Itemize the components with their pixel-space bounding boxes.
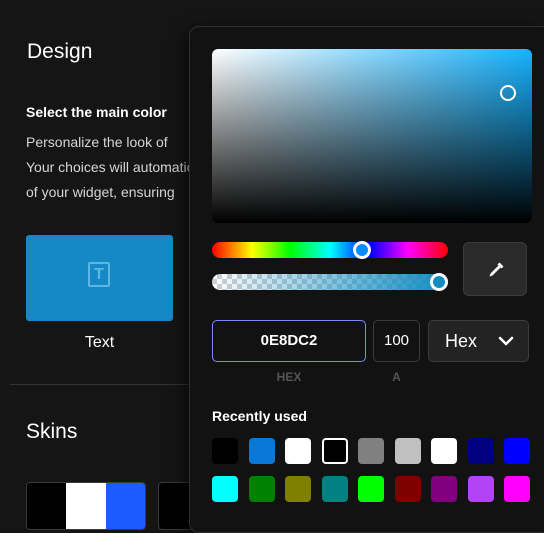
recent-color-swatch[interactable]: [431, 476, 457, 502]
alpha-input[interactable]: 100: [373, 320, 420, 362]
alpha-slider-handle[interactable]: [430, 273, 448, 291]
recent-color-swatch[interactable]: [394, 438, 421, 464]
alpha-caption: A: [392, 370, 401, 384]
alpha-slider[interactable]: [212, 273, 448, 291]
recent-color-swatch[interactable]: [358, 438, 384, 464]
text-icon: T: [88, 262, 110, 287]
color-picker-popover: 0E8DC2 100 Hex HEX A Recently used: [189, 26, 544, 533]
description-line-2: Your choices will automatically: [26, 159, 215, 175]
hex-caption: HEX: [276, 370, 302, 384]
recent-color-swatch[interactable]: [321, 476, 348, 502]
skin-option-1[interactable]: [26, 482, 146, 530]
color-format-select[interactable]: Hex: [428, 320, 529, 362]
recent-color-swatch[interactable]: [431, 438, 457, 464]
recent-color-swatch[interactable]: [248, 476, 275, 502]
description-line-3: of your widget, ensuring: [26, 184, 175, 200]
eyedropper-icon: [489, 262, 504, 277]
text-color-tile[interactable]: T: [26, 235, 173, 321]
recent-color-swatch[interactable]: [394, 476, 421, 502]
saturation-value-area[interactable]: [212, 49, 532, 223]
recent-color-swatch[interactable]: [212, 476, 238, 502]
recently-used-title: Recently used: [212, 408, 307, 424]
recent-color-swatch[interactable]: [248, 438, 275, 464]
recent-color-swatch[interactable]: [504, 438, 530, 464]
recent-color-swatch[interactable]: [321, 438, 348, 464]
recent-color-swatch[interactable]: [358, 476, 384, 502]
recent-color-swatch[interactable]: [467, 476, 494, 502]
eyedropper-button[interactable]: [463, 242, 527, 296]
saturation-value-handle[interactable]: [500, 85, 516, 101]
section-heading: Select the main color: [26, 104, 167, 120]
recent-color-swatch[interactable]: [285, 476, 311, 502]
color-format-value: Hex: [445, 331, 478, 351]
hex-input[interactable]: 0E8DC2: [212, 320, 366, 362]
recent-color-swatch[interactable]: [212, 438, 238, 464]
recent-color-swatch[interactable]: [504, 476, 530, 502]
recent-color-swatch[interactable]: [285, 438, 311, 464]
hue-slider-handle[interactable]: [353, 241, 371, 259]
description-line-1: Personalize the look of: [26, 134, 168, 150]
skins-title: Skins: [26, 420, 78, 443]
text-color-label: Text: [84, 334, 115, 351]
section-divider: [10, 384, 200, 385]
chevron-down-icon: [498, 336, 514, 346]
hue-slider[interactable]: [212, 241, 448, 259]
recent-color-swatch[interactable]: [467, 438, 494, 464]
panel-title: Design: [27, 40, 93, 63]
